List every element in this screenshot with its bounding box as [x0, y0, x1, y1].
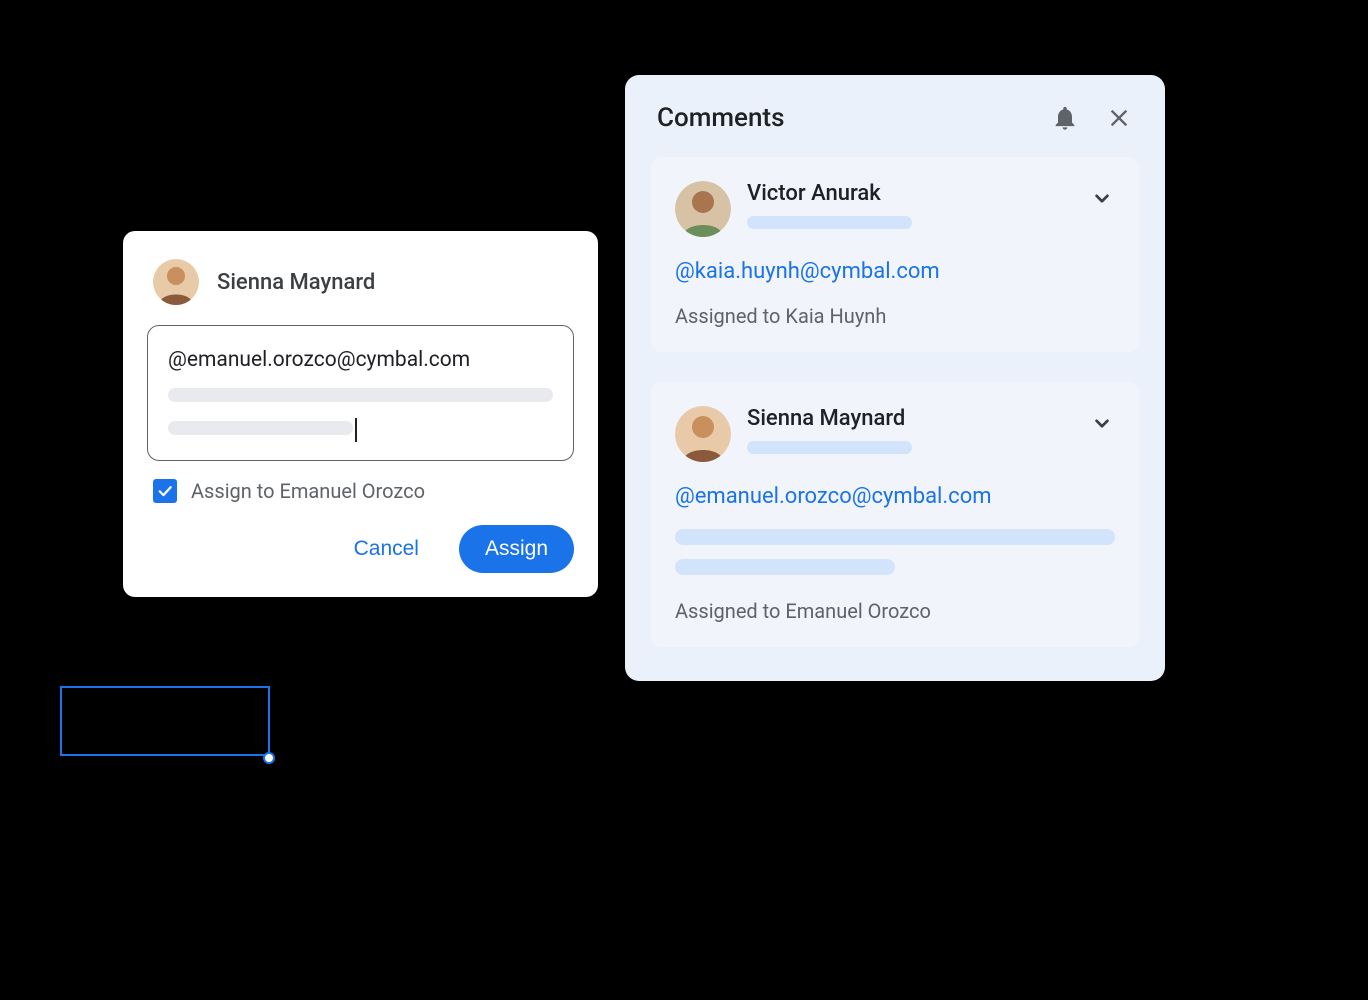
comment-mention[interactable]: @emanuel.orozco@cymbal.com [675, 484, 1115, 509]
compose-author-name: Sienna Maynard [217, 270, 375, 295]
cell-selection-outline [60, 686, 270, 756]
assigned-to-text: Assigned to Kaia Huynh [675, 304, 1115, 328]
placeholder-line [675, 529, 1115, 545]
comment-head-main: Sienna Maynard [747, 406, 1073, 454]
placeholder-line [747, 216, 912, 229]
comments-panel: Comments Victor Anurak @kaia.huynh@cymba… [625, 75, 1165, 681]
text-cursor [355, 418, 357, 442]
placeholder-line [675, 559, 895, 575]
avatar [153, 259, 199, 305]
placeholder-line [168, 388, 553, 402]
comment-input[interactable]: @emanuel.orozco@cymbal.com [147, 325, 574, 461]
new-comment-card: Sienna Maynard @emanuel.orozco@cymbal.co… [123, 231, 598, 597]
chevron-down-icon[interactable] [1089, 185, 1115, 211]
comments-header: Comments [651, 103, 1139, 133]
compose-buttons: Cancel Assign [147, 525, 574, 573]
avatar [675, 406, 731, 462]
comment-card: Sienna Maynard @emanuel.orozco@cymbal.co… [651, 382, 1139, 647]
assigned-to-text: Assigned to Emanuel Orozco [675, 599, 1115, 623]
comment-head: Victor Anurak [675, 181, 1115, 237]
comment-head: Sienna Maynard [675, 406, 1115, 462]
assign-row: Assign to Emanuel Orozco [147, 479, 574, 503]
bell-icon[interactable] [1051, 104, 1079, 132]
assign-label: Assign to Emanuel Orozco [191, 479, 425, 503]
comment-head-main: Victor Anurak [747, 181, 1073, 229]
close-icon[interactable] [1105, 104, 1133, 132]
cancel-button[interactable]: Cancel [328, 525, 445, 573]
avatar [675, 181, 731, 237]
assign-checkbox[interactable] [153, 479, 177, 503]
comment-card: Victor Anurak @kaia.huynh@cymbal.com Ass… [651, 157, 1139, 352]
comment-author: Sienna Maynard [747, 406, 1073, 431]
comment-mention-text: @emanuel.orozco@cymbal.com [168, 348, 553, 372]
comments-title: Comments [657, 103, 1025, 133]
comment-author: Victor Anurak [747, 181, 1073, 206]
comment-mention[interactable]: @kaia.huynh@cymbal.com [675, 259, 1115, 284]
chevron-down-icon[interactable] [1089, 410, 1115, 436]
assign-button[interactable]: Assign [459, 525, 574, 573]
compose-header: Sienna Maynard [147, 259, 574, 305]
placeholder-line [168, 421, 353, 435]
placeholder-line [747, 441, 912, 454]
cell-selection-handle[interactable] [263, 752, 275, 764]
